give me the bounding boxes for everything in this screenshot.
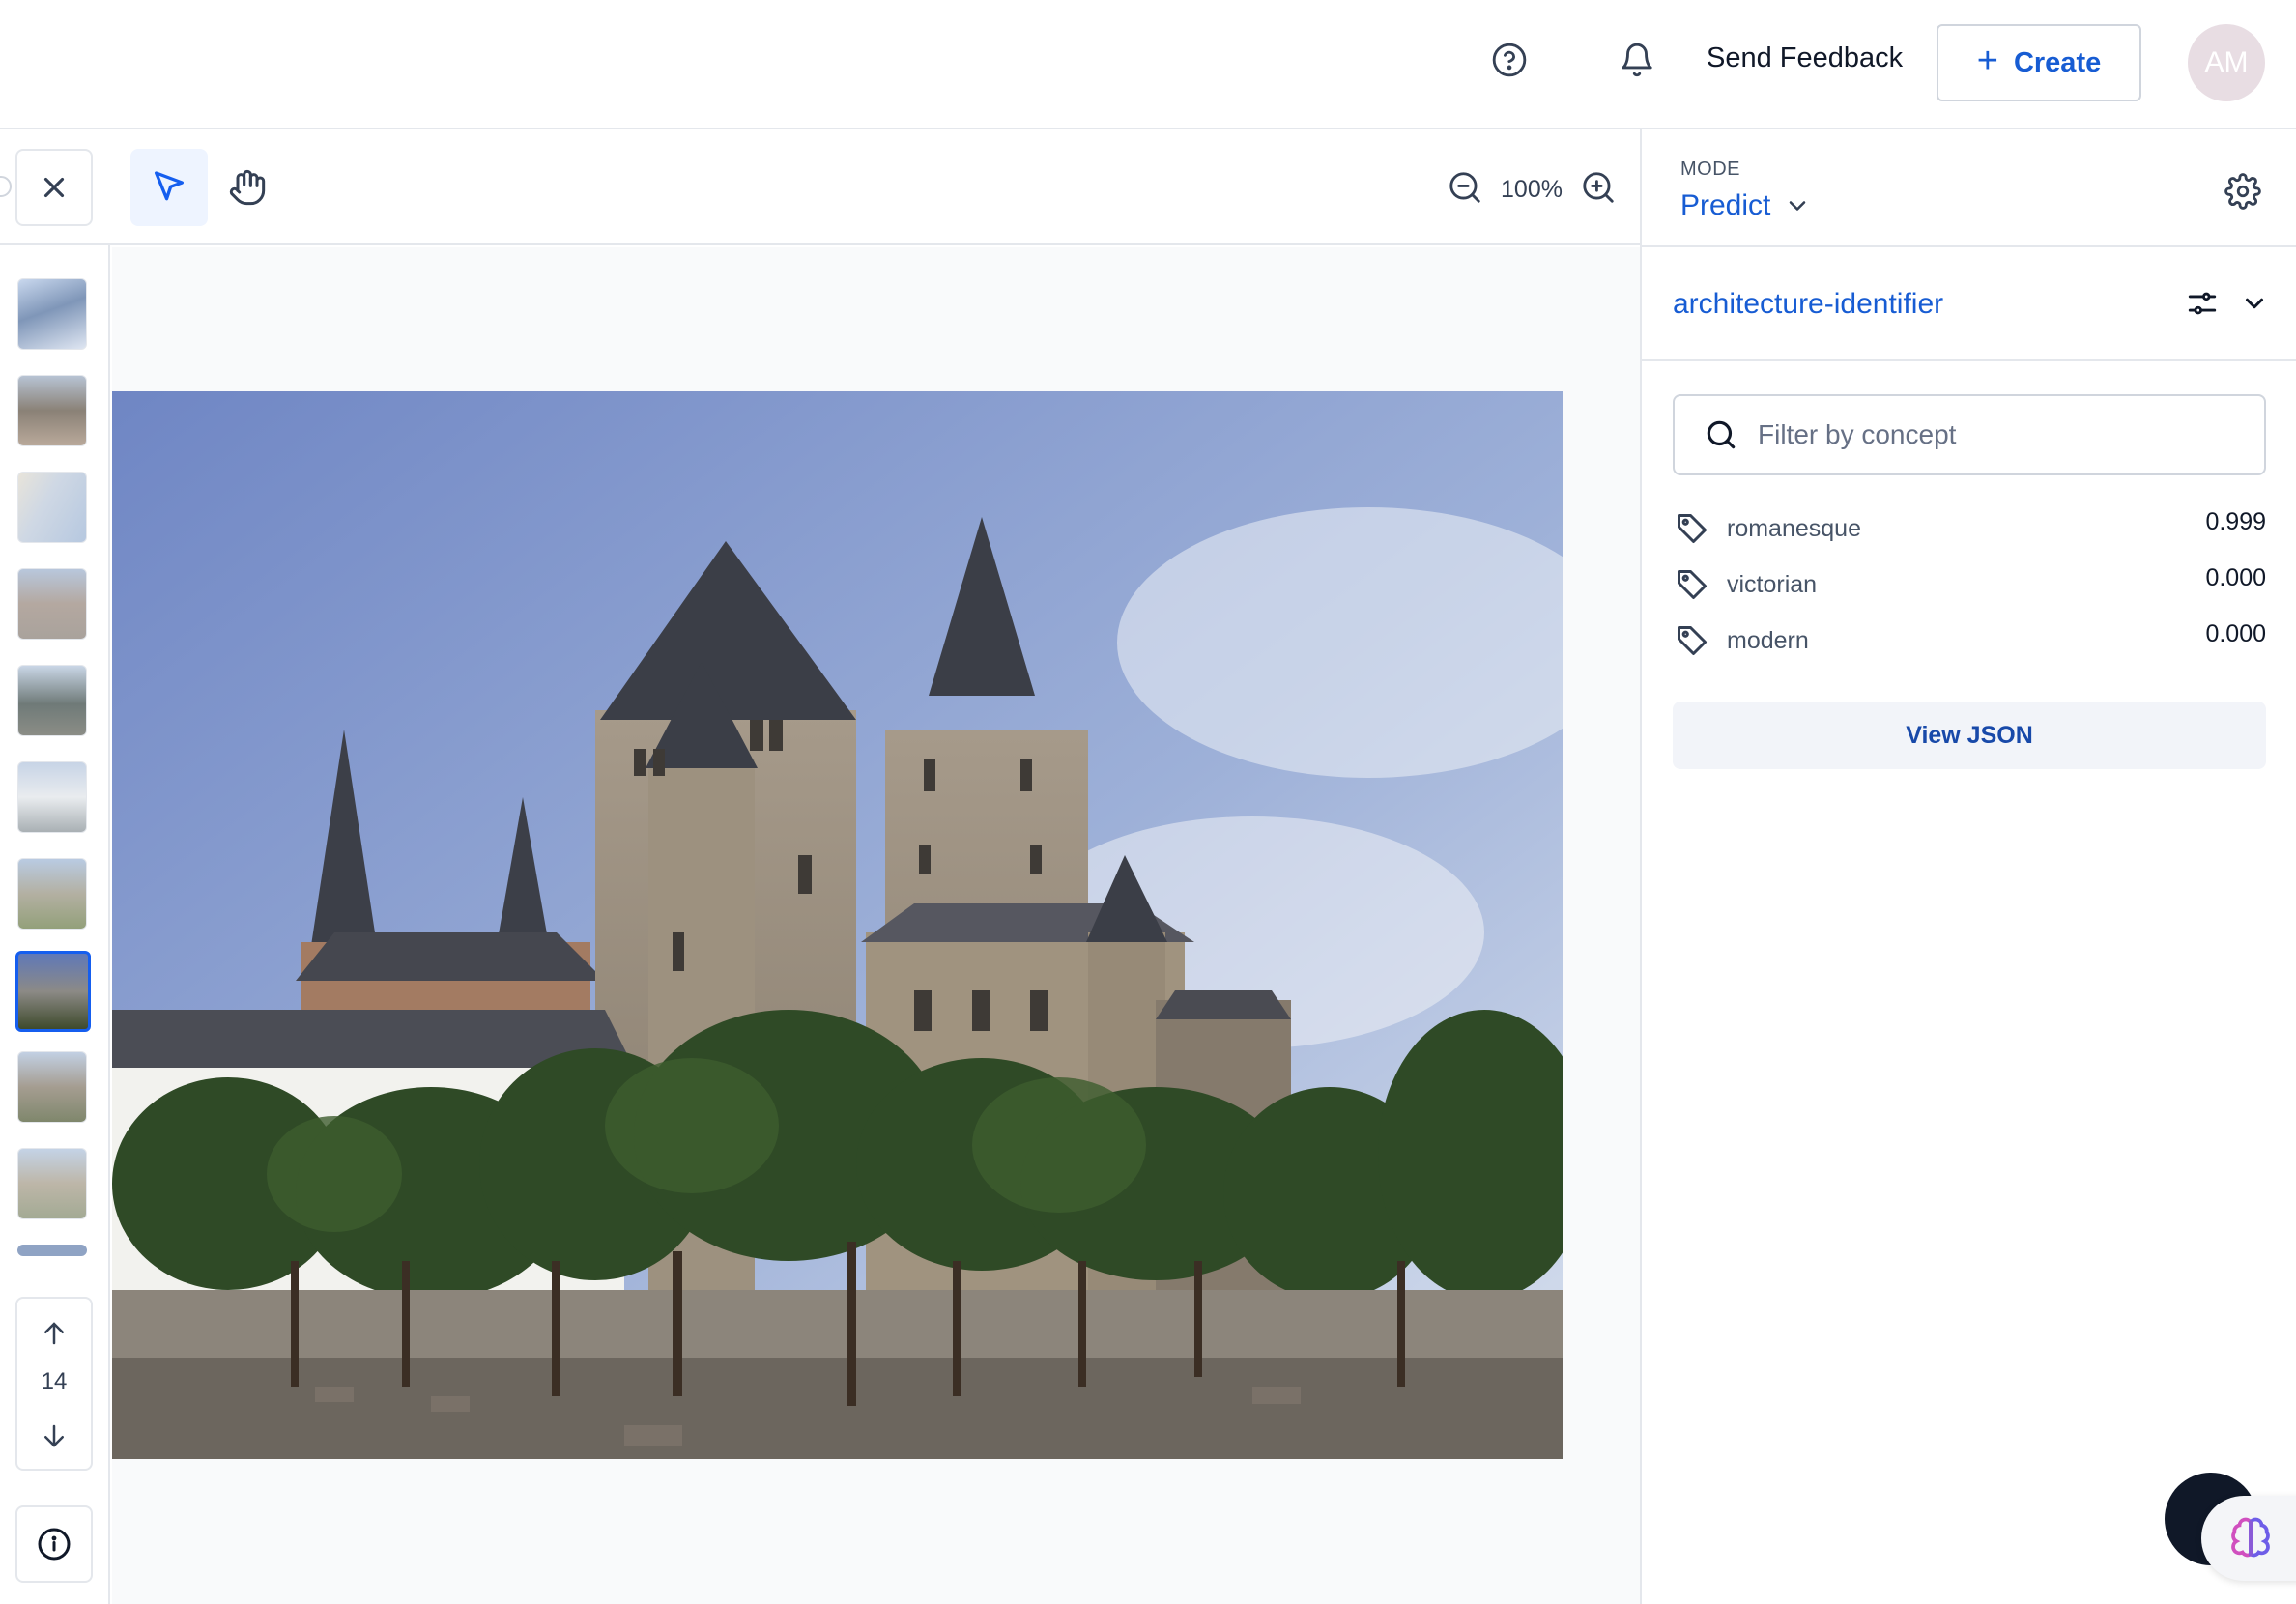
tag-icon [1673,509,1711,548]
concept-filter [1673,394,2266,475]
canvas-toolbar: 100% [0,129,1640,245]
concept-row[interactable]: romanesque 0.999 [1673,501,2266,557]
brain-icon [2231,1517,2270,1558]
concept-value: 0.000 [2205,620,2266,647]
create-label: Create [2013,46,2102,78]
thumbnail[interactable] [17,858,87,930]
thumbnail-strip: 14 [0,245,110,1604]
settings-button[interactable] [2220,168,2266,215]
concept-row[interactable]: victorian 0.000 [1673,557,2266,613]
filter-input[interactable] [1758,419,2241,450]
prediction-panel: MODE Predict architecture-identifier rom… [1640,129,2296,1604]
next-button[interactable] [33,1415,75,1457]
thumbnail-partial[interactable] [17,1245,87,1256]
zoom-in-icon [1583,172,1614,203]
image-canvas[interactable] [112,247,1640,1604]
thumbnail[interactable] [17,1051,87,1123]
concept-name: victorian [1727,570,1818,598]
thumbnail[interactable] [17,761,87,833]
cathedral-image [112,391,1563,1459]
pager: 14 [15,1297,93,1471]
info-icon [38,1528,71,1561]
mode-label: MODE [1680,158,1740,180]
pan-tool-button[interactable] [209,149,286,226]
mode-dropdown[interactable]: Predict [1680,189,1811,222]
thumbnail-selected[interactable] [15,951,91,1032]
view-json-button[interactable]: View JSON [1673,702,2266,769]
top-header: Send Feedback + Create AM [0,0,2296,129]
select-tool-button[interactable] [130,149,208,226]
page-number: 14 [41,1368,68,1394]
create-button[interactable]: + Create [1937,24,2141,101]
zoom-out-icon [1449,172,1480,203]
thumbnail[interactable] [17,1148,87,1219]
arrow-up-icon [44,1322,64,1345]
previous-button[interactable] [33,1312,75,1355]
chevron-down-icon [1790,201,1806,211]
model-config-button[interactable] [2183,284,2222,323]
concept-list: romanesque 0.999 victorian 0.000 modern … [1673,501,2266,669]
tag-icon [1673,621,1711,660]
concept-value: 0.999 [2205,508,2266,535]
zoom-in-button[interactable] [1575,164,1622,211]
close-icon [43,177,65,198]
avatar[interactable]: AM [2188,24,2265,101]
collapse-handle[interactable] [0,176,12,197]
close-button[interactable] [15,149,93,226]
zoom-level: 100% [1501,176,1563,203]
info-button[interactable] [15,1505,93,1583]
concept-name: romanesque [1727,514,1861,542]
plus-icon: + [1976,41,1998,81]
thumbnail[interactable] [17,568,87,640]
thumbnail[interactable] [17,278,87,350]
pointer-icon [155,171,184,201]
bell-icon[interactable] [1614,37,1660,83]
search-icon [1702,415,1740,454]
concept-name: modern [1727,626,1809,654]
sliders-icon [2188,292,2217,315]
thumbnail[interactable] [17,665,87,736]
hand-icon [229,169,266,206]
thumbnail[interactable] [17,472,87,543]
tag-icon [1673,565,1711,604]
arrow-down-icon [44,1424,64,1447]
concept-value: 0.000 [2205,564,2266,591]
model-selector: architecture-identifier [1642,245,2296,361]
zoom-out-button[interactable] [1442,164,1488,211]
model-expand-button[interactable] [2235,284,2274,323]
thumbnail[interactable] [17,375,87,446]
send-feedback-link[interactable]: Send Feedback [1707,43,1903,74]
concept-row[interactable]: modern 0.000 [1673,613,2266,669]
model-name[interactable]: architecture-identifier [1673,288,1943,321]
assistant-button[interactable] [2201,1496,2296,1581]
mode-value: Predict [1680,189,1771,221]
gear-icon [2224,173,2261,210]
help-circle-icon[interactable] [1486,37,1533,83]
chevron-down-icon [2246,298,2263,309]
